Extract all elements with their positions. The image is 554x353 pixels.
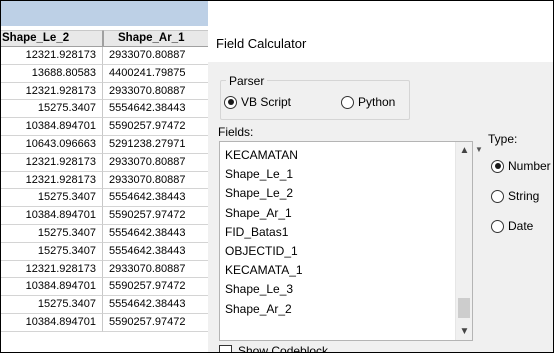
cell-shape-le-2[interactable]: 10643.096663 xyxy=(0,135,103,154)
radio-unselected-icon[interactable] xyxy=(491,219,504,233)
radio-unselected-icon[interactable] xyxy=(491,189,504,203)
table-row[interactable]: 10384.894701 5590257.97472 xyxy=(0,207,208,225)
table-row[interactable]: 12321.928173 2933070.80887 xyxy=(0,47,208,65)
table-row[interactable]: 15275.3407 5554642.38443 xyxy=(0,189,208,208)
cell-shape-ar-1[interactable]: 2933070.80887 xyxy=(103,83,208,101)
list-item[interactable]: Shape_Le_2 xyxy=(225,184,303,203)
radio-number-label: Number xyxy=(508,159,551,173)
cell-shape-le-2[interactable]: 12321.928173 xyxy=(0,47,103,65)
table-row[interactable]: 15275.3407 5554642.38443 xyxy=(0,242,208,261)
show-codeblock-checkbox[interactable] xyxy=(219,345,232,353)
cell-shape-ar-1[interactable]: 4400241.79875 xyxy=(103,65,208,83)
table-row[interactable]: 10384.894701 5590257.97472 xyxy=(0,278,208,297)
cell-shape-ar-1[interactable]: 5554642.38443 xyxy=(103,243,208,261)
table-row[interactable]: 15275.3407 5554642.38443 xyxy=(0,224,208,243)
table-row[interactable]: 15275.3407 5554642.38443 xyxy=(0,296,208,314)
fields-list[interactable]: KECAMATAN Shape_Le_1 Shape_Le_2 Shape_Ar_1 F… xyxy=(219,141,473,341)
cell-shape-ar-1[interactable]: 5554642.38443 xyxy=(103,100,208,119)
table-title-bar xyxy=(0,0,208,26)
radio-selected-icon[interactable] xyxy=(224,95,237,109)
type-label: Type: xyxy=(488,132,518,146)
table-header: Shape_Le_2 Shape_Ar_1 xyxy=(0,30,208,47)
cell-shape-ar-1[interactable]: 2933070.80887 xyxy=(103,261,208,279)
cell-shape-ar-1[interactable]: 5554642.38443 xyxy=(103,296,208,314)
radio-vb-script[interactable]: VB Script xyxy=(224,95,291,109)
cell-shape-ar-1[interactable]: 2933070.80887 xyxy=(103,172,208,190)
cell-shape-le-2[interactable]: 10384.894701 xyxy=(0,207,103,225)
list-item[interactable]: KECAMATA_1 xyxy=(225,261,303,280)
list-item[interactable]: Shape_Ar_1 xyxy=(225,204,303,223)
table-row[interactable]: 12321.928173 2933070.80887 xyxy=(0,153,208,172)
radio-selected-icon[interactable] xyxy=(491,159,504,173)
table-row[interactable]: 10384.894701 5590257.97472 xyxy=(0,118,208,136)
table-row[interactable]: 12321.928173 2933070.80887 xyxy=(0,82,208,101)
cell-shape-ar-1[interactable]: 5554642.38443 xyxy=(103,189,208,208)
cell-shape-le-2[interactable]: 12321.928173 xyxy=(0,153,103,172)
dialog-title: Field Calculator xyxy=(208,26,554,62)
scroll-up-icon[interactable]: ▲ xyxy=(456,142,473,159)
cell-shape-ar-1[interactable]: 2933070.80887 xyxy=(103,47,208,65)
cell-shape-le-2[interactable]: 15275.3407 xyxy=(0,242,103,261)
cell-shape-le-2[interactable]: 10384.894701 xyxy=(0,278,103,297)
cell-shape-le-2[interactable]: 13688.80583 xyxy=(0,64,103,83)
radio-python-label: Python xyxy=(358,95,396,109)
cell-shape-le-2[interactable]: 15275.3407 xyxy=(0,189,103,208)
cell-shape-le-2[interactable]: 12321.928173 xyxy=(0,260,103,279)
radio-string-label: String xyxy=(508,189,540,203)
attribute-table: Shape_Le_2 Shape_Ar_1 12321.928173 293307… xyxy=(0,0,208,353)
cell-shape-ar-1[interactable]: 5590257.97472 xyxy=(103,314,208,332)
list-item[interactable]: Shape_Le_1 xyxy=(225,165,303,184)
show-codeblock-label: Show Codeblock xyxy=(238,344,329,353)
cell-shape-le-2[interactable]: 12321.928173 xyxy=(0,82,103,101)
table-row[interactable]: 10643.096663 5291238.27971 xyxy=(0,135,208,154)
cell-shape-ar-1[interactable]: 5554642.38443 xyxy=(103,225,208,243)
cell-shape-le-2[interactable]: 10384.894701 xyxy=(0,313,103,332)
cell-shape-le-2[interactable]: 15275.3407 xyxy=(0,296,103,314)
scroll-thumb[interactable] xyxy=(458,298,470,318)
cell-shape-ar-1[interactable]: 5590257.97472 xyxy=(103,207,208,225)
field-sort-arrow-icon: ▼ xyxy=(475,145,483,154)
cell-shape-ar-1[interactable]: 5291238.27971 xyxy=(103,136,208,154)
column-header-shape-ar-1[interactable]: Shape_Ar_1 xyxy=(103,30,208,47)
radio-unselected-icon[interactable] xyxy=(341,95,354,109)
scroll-down-icon[interactable]: ▼ xyxy=(456,323,473,340)
field-calculator-dialog: Field Calculator Parser VB Script Python… xyxy=(208,26,554,353)
list-item[interactable]: FID_Batas1 xyxy=(225,223,303,242)
radio-number[interactable]: Number xyxy=(491,159,551,173)
table-row[interactable]: 12321.928173 2933070.80887 xyxy=(0,171,208,190)
cell-shape-le-2[interactable]: 12321.928173 xyxy=(0,171,103,190)
radio-python[interactable]: Python xyxy=(341,95,395,109)
table-row[interactable]: 12321.928173 2933070.80887 xyxy=(0,260,208,279)
radio-date-label: Date xyxy=(508,219,534,233)
list-item[interactable]: Shape_Ar_2 xyxy=(225,300,303,319)
column-header-shape-le-2[interactable]: Shape_Le_2 xyxy=(0,30,103,47)
table-row[interactable]: 13688.80583 4400241.79875 xyxy=(0,64,208,83)
parser-legend: Parser xyxy=(226,74,268,88)
table-body: 12321.928173 2933070.80887 13688.80583 4400… xyxy=(0,47,208,332)
fields-label: Fields: xyxy=(218,125,254,139)
list-item[interactable]: KECAMATAN xyxy=(225,146,303,165)
cell-shape-ar-1[interactable]: 2933070.80887 xyxy=(103,154,208,172)
cell-shape-le-2[interactable]: 10384.894701 xyxy=(0,118,103,136)
cell-shape-ar-1[interactable]: 5590257.97472 xyxy=(103,278,208,297)
radio-vb-script-label: VB Script xyxy=(241,95,292,109)
cell-shape-ar-1[interactable]: 5590257.97472 xyxy=(103,118,208,136)
fields-items: KECAMATAN Shape_Le_1 Shape_Le_2 Shape_Ar_1 F… xyxy=(225,146,303,319)
table-row[interactable]: 10384.894701 5590257.97472 xyxy=(0,313,208,332)
radio-date[interactable]: Date xyxy=(491,219,533,233)
list-item[interactable]: OBJECTID_1 xyxy=(225,242,303,261)
cell-shape-le-2[interactable]: 15275.3407 xyxy=(0,224,103,243)
table-row[interactable]: 15275.3407 5554642.38443 xyxy=(0,100,208,119)
list-item[interactable]: Shape_Le_3 xyxy=(225,280,303,299)
fields-scrollbar[interactable]: ▲ ▼ xyxy=(455,142,472,340)
radio-string[interactable]: String xyxy=(491,189,539,203)
cell-shape-le-2[interactable]: 15275.3407 xyxy=(0,100,103,119)
